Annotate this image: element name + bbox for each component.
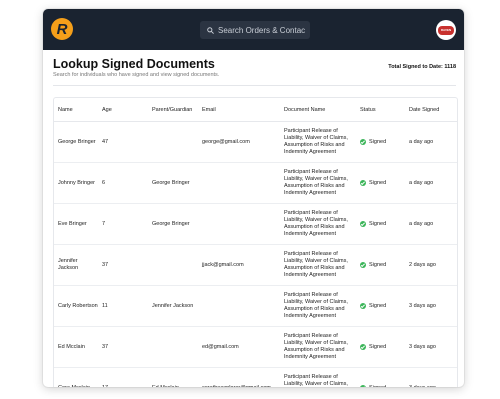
cell-date-signed: 2 days ago — [405, 244, 457, 286]
column-header-email[interactable]: Email — [198, 98, 280, 122]
cell-date-signed: 3 days ago — [405, 326, 457, 368]
column-header-date[interactable]: Date Signed — [405, 98, 457, 122]
table-row[interactable]: Jennifer Jackson 37 jjack@gmail.com Partici… — [54, 244, 457, 286]
column-header-name[interactable]: Name — [54, 98, 98, 122]
check-circle-icon — [360, 344, 366, 350]
column-header-guardian[interactable]: Parent/Guardian — [148, 98, 198, 122]
cell-guardian: Jennifer Jackson — [148, 285, 198, 327]
cell-name: George Bringer — [54, 121, 98, 163]
cell-age: 17 — [98, 367, 148, 387]
cell-status: Signed — [356, 121, 405, 163]
status-badge: Signed — [360, 344, 405, 351]
cell-guardian: George Bringer — [148, 203, 198, 245]
cell-status: Signed — [356, 244, 405, 286]
cell-document: Participant Release of Liability, Waiver… — [280, 326, 356, 368]
header-divider — [53, 85, 456, 86]
cell-guardian — [148, 326, 198, 368]
brand-logo-icon[interactable]: R — [51, 18, 73, 40]
cell-age: 11 — [98, 285, 148, 327]
table-row[interactable]: Carly Robertson 11 Jennifer Jackson Partici… — [54, 285, 457, 327]
cell-name: Eve Bringer — [54, 203, 98, 245]
cell-age: 47 — [98, 121, 148, 163]
cell-document: Participant Release of Liability, Waiver… — [280, 244, 356, 286]
table-header-row: Name Age Parent/Guardian Email Document … — [54, 98, 457, 122]
search-input[interactable] — [218, 25, 306, 35]
cell-guardian — [148, 121, 198, 163]
column-header-status[interactable]: Status — [356, 98, 405, 122]
cell-name: Cora Mcclain — [54, 367, 98, 387]
cell-age: 37 — [98, 244, 148, 286]
table-row[interactable]: Eve Bringer 7 George Bringer Participant Re… — [54, 203, 457, 245]
cell-date-signed: a day ago — [405, 121, 457, 163]
cell-age: 37 — [98, 326, 148, 368]
cell-document: Participant Release of Liability, Waiver… — [280, 203, 356, 245]
table-row[interactable]: George Bringer 47 george@gmail.com Particip… — [54, 121, 457, 163]
page-title: Lookup Signed Documents — [53, 57, 215, 71]
check-circle-icon — [360, 139, 366, 145]
status-badge: Signed — [360, 262, 405, 269]
top-bar: R RAVEN — [43, 9, 464, 50]
status-badge: Signed — [360, 221, 405, 228]
cell-age: 6 — [98, 162, 148, 204]
account-avatar[interactable]: RAVEN — [436, 20, 456, 40]
cell-status: Signed — [356, 285, 405, 327]
status-label: Signed — [369, 220, 387, 227]
cell-age: 7 — [98, 203, 148, 245]
check-circle-icon — [360, 221, 366, 227]
cell-email — [198, 162, 280, 204]
cell-email — [198, 285, 280, 327]
status-badge: Signed — [360, 180, 405, 187]
search-box[interactable] — [200, 21, 310, 39]
cell-status: Signed — [356, 326, 405, 368]
cell-status: Signed — [356, 203, 405, 245]
status-label: Signed — [369, 385, 386, 388]
column-header-document[interactable]: Document Name — [280, 98, 356, 122]
status-label: Signed — [369, 138, 387, 145]
search-icon — [207, 26, 214, 34]
status-badge: Signed — [360, 303, 405, 310]
cell-status: Signed — [356, 367, 405, 388]
check-circle-icon — [360, 385, 366, 387]
cell-document: Participant Release of Liability, Waiver… — [280, 162, 356, 204]
cell-guardian: Ed Mcclain — [148, 367, 198, 387]
cell-document: Participant Release of Liability, Waiver… — [280, 367, 356, 387]
table-row[interactable]: Ed Mcclain 37 ed@gmail.com Participant Rele… — [54, 326, 457, 368]
status-label: Signed — [369, 179, 387, 186]
cell-email: coratheexplorer@gmail.com — [198, 367, 280, 387]
avatar-badge: RAVEN — [438, 25, 454, 35]
status-label: Signed — [369, 302, 387, 309]
column-header-age[interactable]: Age — [98, 98, 148, 122]
cell-name: Jennifer Jackson — [54, 244, 98, 286]
status-label: Signed — [369, 261, 387, 268]
cell-email: ed@gmail.com — [198, 326, 280, 368]
cell-name: Johnny Bringer — [54, 162, 98, 204]
status-badge: Signed — [360, 385, 405, 388]
status-label: Signed — [369, 343, 387, 350]
cell-guardian: George Bringer — [148, 162, 198, 204]
cell-guardian — [148, 244, 198, 286]
cell-status: Signed — [356, 162, 405, 204]
check-circle-icon — [360, 303, 366, 309]
logo-letter: R — [56, 20, 68, 38]
cell-name: Ed Mcclain — [54, 326, 98, 368]
check-circle-icon — [360, 180, 366, 186]
cell-document: Participant Release of Liability, Waiver… — [280, 121, 356, 163]
cell-date-signed: 3 days ago — [405, 285, 457, 327]
cell-email — [198, 203, 280, 245]
cell-email: jjack@gmail.com — [198, 244, 280, 286]
table-row[interactable]: Johnny Bringer 6 George Bringer Participant… — [54, 162, 457, 204]
cell-email: george@gmail.com — [198, 121, 280, 163]
cell-date-signed: 3 days ago — [405, 367, 457, 387]
signed-documents-table: Name Age Parent/Guardian Email Document … — [53, 97, 458, 387]
cell-date-signed: a day ago — [405, 162, 457, 204]
page-subtitle: Search for individuals who have signed a… — [53, 72, 220, 78]
cell-name: Carly Robertson — [54, 285, 98, 327]
check-circle-icon — [360, 262, 366, 268]
total-signed-count: Total Signed to Date: 1118 — [388, 64, 456, 70]
status-badge: Signed — [360, 139, 405, 146]
app-window: R RAVEN Lookup Signed Documents Search f… — [43, 9, 464, 387]
cell-document: Participant Release of Liability, Waiver… — [280, 285, 356, 327]
table-row[interactable]: Cora Mcclain17Ed Mcclaincoratheexplorer@… — [54, 367, 457, 388]
cell-date-signed: a day ago — [405, 203, 457, 245]
